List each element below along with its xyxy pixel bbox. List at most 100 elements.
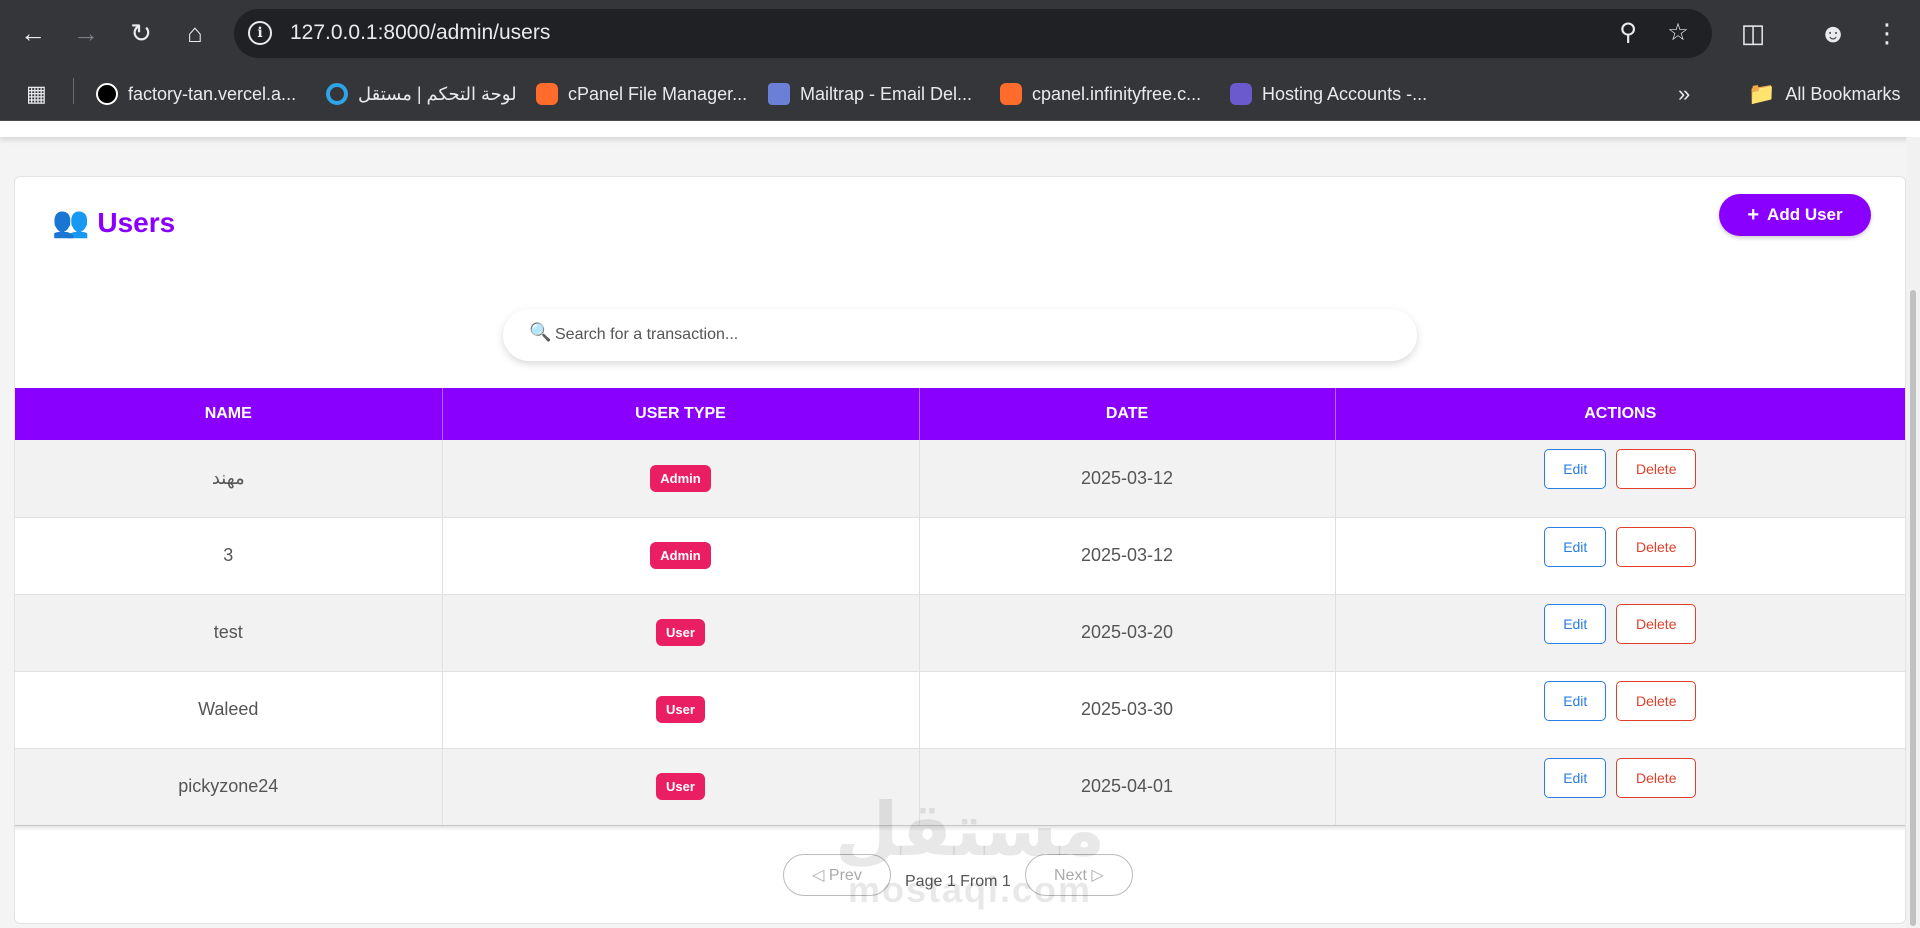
bookmark-star-icon[interactable]: ☆	[1663, 18, 1693, 48]
cell-actions: Edit Delete	[1335, 594, 1905, 672]
bookmarks-bar: ▦ factory-tan.vercel.a... لوحة التحكم | …	[0, 66, 1920, 121]
cell-actions: Edit Delete	[1335, 440, 1905, 518]
cell-date: 2025-03-12	[919, 440, 1336, 518]
extensions-icon[interactable]: ◫	[1736, 16, 1770, 50]
next-page-button[interactable]: Next ▷	[1024, 854, 1133, 896]
edit-button[interactable]: Edit	[1544, 680, 1607, 721]
users-icon: 👥	[52, 206, 90, 239]
cell-name: pickyzone24	[15, 748, 443, 826]
table-row: test User 2025-03-20 Edit Delete	[15, 594, 1905, 672]
cell-name: مهند	[15, 440, 443, 518]
bookmark-item[interactable]: Hosting Accounts -...	[1230, 79, 1427, 109]
column-header-date[interactable]: DATE	[919, 388, 1336, 440]
edit-button[interactable]: Edit	[1544, 449, 1607, 490]
mostaql-icon	[326, 83, 348, 105]
cell-user-type: User	[442, 748, 920, 826]
more-bookmarks-icon[interactable]: »	[1678, 79, 1690, 109]
table-header-row: NAME USER TYPE DATE ACTIONS	[15, 388, 1905, 440]
cpanel-icon	[1000, 83, 1022, 105]
cell-date: 2025-03-12	[919, 517, 1336, 595]
users-table: NAME USER TYPE DATE ACTIONS مهند Admin 2…	[15, 388, 1905, 826]
page-info: Page 1 From 1	[905, 873, 1011, 890]
bookmark-item[interactable]: cPanel File Manager...	[536, 79, 747, 109]
edit-button[interactable]: Edit	[1544, 603, 1607, 644]
bookmark-item[interactable]: cpanel.infinityfree.c...	[1000, 79, 1201, 109]
profile-avatar-icon[interactable]: ☻	[1816, 16, 1850, 50]
mailtrap-icon	[768, 83, 790, 105]
bookmark-label: Hosting Accounts -...	[1262, 83, 1428, 104]
search-icon: 🔍	[529, 322, 552, 342]
back-arrow-icon[interactable]: ←	[16, 16, 50, 50]
all-bookmarks-label: All Bookmarks	[1785, 83, 1901, 104]
delete-button[interactable]: Delete	[1616, 680, 1697, 721]
vercel-icon	[96, 83, 118, 105]
bookmark-label: لوحة التحكم | مستقل	[358, 83, 517, 104]
table-row: Waleed User 2025-03-30 Edit Delete	[15, 671, 1905, 749]
delete-button[interactable]: Delete	[1616, 757, 1697, 798]
table-shadow	[15, 825, 1905, 831]
page-title-text: Users	[97, 207, 176, 238]
bookmark-item[interactable]: لوحة التحكم | مستقل	[326, 79, 517, 109]
add-user-button[interactable]: + Add User	[1719, 194, 1871, 236]
cell-user-type: Admin	[442, 517, 920, 595]
plus-icon: +	[1747, 203, 1760, 226]
search-input[interactable]	[555, 309, 1395, 361]
all-bookmarks[interactable]: 📁 All Bookmarks	[1748, 79, 1900, 109]
add-user-label: Add User	[1767, 205, 1843, 224]
column-header-actions: ACTIONS	[1335, 388, 1905, 440]
menu-kebab-icon[interactable]: ⋮	[1870, 16, 1904, 50]
bookmark-label: cPanel File Manager...	[568, 83, 748, 104]
cpanel-icon	[536, 83, 558, 105]
table-row: مهند Admin 2025-03-12 Edit Delete	[15, 440, 1905, 518]
user-type-badge: Admin	[650, 464, 711, 492]
column-header-name[interactable]: NAME	[15, 388, 443, 440]
url-text[interactable]: 127.0.0.1:8000/admin/users	[290, 21, 550, 45]
cell-user-type: Admin	[442, 440, 920, 518]
cell-name: Waleed	[15, 671, 443, 749]
cell-user-type: User	[442, 671, 920, 749]
forward-arrow-icon[interactable]: →	[69, 16, 103, 50]
delete-button[interactable]: Delete	[1616, 603, 1697, 644]
table-row: pickyzone24 User 2025-04-01 Edit Delete	[15, 748, 1905, 826]
bookmark-separator	[73, 78, 74, 104]
search-box: 🔍	[503, 309, 1417, 361]
apps-grid-icon[interactable]: ▦	[26, 79, 47, 109]
cell-name: test	[15, 594, 443, 672]
bookmark-item[interactable]: factory-tan.vercel.a...	[96, 79, 296, 109]
cell-date: 2025-03-20	[919, 594, 1336, 672]
cell-actions: Edit Delete	[1335, 671, 1905, 749]
delete-button[interactable]: Delete	[1616, 449, 1697, 490]
cell-user-type: User	[442, 594, 920, 672]
app-header	[0, 121, 1920, 137]
infinityfree-icon	[1230, 83, 1252, 105]
bookmark-label: Mailtrap - Email Del...	[800, 83, 973, 104]
cell-date: 2025-04-01	[919, 748, 1336, 826]
site-info-icon[interactable]: i	[248, 21, 272, 45]
bookmark-label: factory-tan.vercel.a...	[128, 83, 297, 104]
pagination: ◁ Prev Page 1 From 1 Next ▷	[783, 854, 1133, 896]
page-title: 👥 Users	[52, 205, 175, 241]
scrollbar-thumb[interactable]	[1910, 290, 1916, 926]
column-header-user-type[interactable]: USER TYPE	[442, 388, 920, 440]
bookmark-label: cpanel.infinityfree.c...	[1032, 83, 1202, 104]
delete-button[interactable]: Delete	[1616, 526, 1697, 567]
zoom-icon[interactable]: ⚲	[1613, 18, 1643, 48]
cell-date: 2025-03-30	[919, 671, 1336, 749]
cell-name: 3	[15, 517, 443, 595]
cell-actions: Edit Delete	[1335, 748, 1905, 826]
user-type-badge: User	[656, 773, 705, 800]
cell-actions: Edit Delete	[1335, 517, 1905, 595]
user-type-badge: Admin	[650, 542, 711, 569]
folder-icon: 📁	[1748, 81, 1776, 106]
home-icon[interactable]: ⌂	[178, 16, 212, 50]
bookmark-item[interactable]: Mailtrap - Email Del...	[768, 79, 972, 109]
user-type-badge: User	[656, 619, 705, 646]
reload-icon[interactable]: ↻	[124, 16, 158, 50]
address-bar[interactable]: i 127.0.0.1:8000/admin/users ⚲ ☆	[234, 9, 1712, 58]
edit-button[interactable]: Edit	[1544, 526, 1607, 567]
prev-page-button[interactable]: ◁ Prev	[783, 854, 891, 896]
user-type-badge: User	[656, 696, 705, 723]
edit-button[interactable]: Edit	[1544, 757, 1607, 798]
table-row: 3 Admin 2025-03-12 Edit Delete	[15, 517, 1905, 595]
browser-toolbar: ← → ↻ ⌂ i 127.0.0.1:8000/admin/users ⚲ ☆…	[0, 0, 1920, 66]
